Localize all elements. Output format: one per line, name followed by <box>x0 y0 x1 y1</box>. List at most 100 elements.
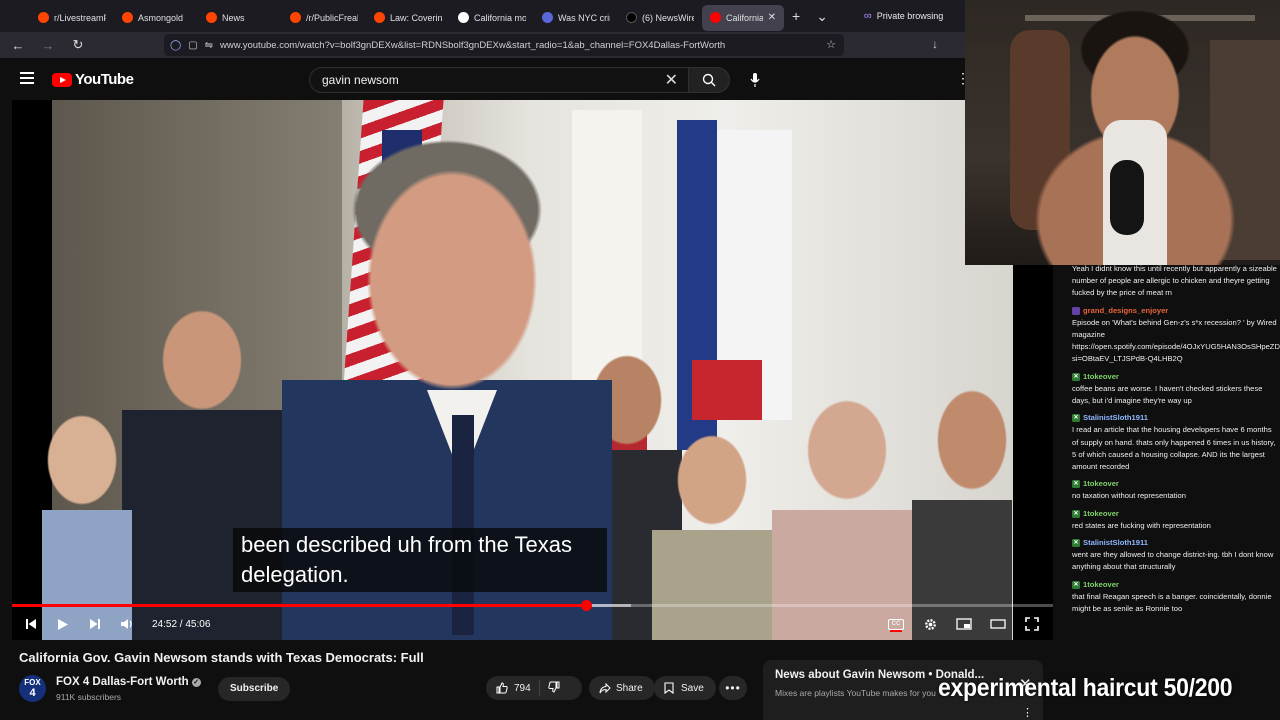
chat-message: ✕ 1tokeover red states are fucking with re… <box>1066 508 1280 532</box>
chat-username[interactable]: ✕ StalinistSloth1911 <box>1072 537 1280 549</box>
kick-badge-icon: ✕ <box>1072 580 1080 589</box>
background-person <box>912 380 1012 640</box>
chat-username[interactable]: ✕ 1tokeover <box>1072 371 1280 383</box>
bookmark-star-icon[interactable]: ☆ <box>826 38 836 51</box>
shield-icon[interactable]: ◯ <box>170 40 181 51</box>
chat-username[interactable]: grand_designs_enjoyer <box>1072 305 1280 317</box>
share-button[interactable]: Share <box>589 676 655 700</box>
search-button[interactable] <box>688 67 730 93</box>
avatar-text: 4 <box>29 687 36 699</box>
previous-icon[interactable] <box>18 614 44 634</box>
private-browsing-label: Private browsing <box>876 11 944 21</box>
address-bar[interactable]: ◯ ▢ ⇋ www.youtube.com/watch?v=bolf3gnDEX… <box>164 34 844 56</box>
clear-search-icon[interactable]: ✕ <box>665 70 678 90</box>
chat-username-text: StalinistSloth1911 <box>1083 413 1148 423</box>
channel-avatar[interactable]: FOX 4 <box>19 675 46 702</box>
webcam-feed <box>965 0 1280 265</box>
x-icon <box>626 12 637 23</box>
youtube-play-icon <box>52 72 72 87</box>
search-input-value: gavin newsom <box>322 73 399 87</box>
private-mask-icon: ∞ <box>863 10 872 22</box>
chat-text: went are they allowed to change district… <box>1072 550 1274 572</box>
reddit-icon <box>122 12 133 23</box>
save-label: Save <box>681 682 704 694</box>
video-title: California Gov. Gavin Newsom stands with… <box>19 650 424 665</box>
reload-icon[interactable]: ↻ <box>66 37 90 53</box>
subscriber-count: 911K subscribers <box>56 692 122 702</box>
browser-tab[interactable]: Asmongold <box>114 5 198 31</box>
chat-text: that final Reagan speech is a banger. co… <box>1072 591 1272 614</box>
channel-row: FOX 4 FOX 4 Dallas-Fort Worth ✓ 911K subs… <box>19 675 759 703</box>
like-dislike-group: 794 <box>486 676 582 700</box>
browser-tab-bar: r/LivestreamFa Asmongold News/r/PublicFrea… <box>0 0 965 32</box>
youtube-header: YouTube gavin newsom ✕ ⋮ <box>0 58 970 100</box>
captions-icon[interactable]: CC <box>883 614 909 634</box>
chat-text: Yeah I didnt know this until recently bu… <box>1072 264 1277 298</box>
lock-icon[interactable]: ▢ <box>188 40 197 51</box>
chat-text: coffee beans are worse. I haven't checke… <box>1072 383 1263 406</box>
url-text[interactable]: www.youtube.com/watch?v=bolf3gnDEXw&list… <box>220 40 725 51</box>
chat-username[interactable]: ✕ 1tokeover <box>1072 508 1280 520</box>
browser-tab[interactable]: California G ✕ <box>702 4 784 31</box>
forward-icon[interactable]: → <box>36 38 60 53</box>
channel-name[interactable]: FOX 4 Dallas-Fort Worth ✓ <box>56 676 201 688</box>
more-actions-button[interactable]: ••• <box>719 676 747 700</box>
browser-tab-label: /r/PublicFreak <box>306 12 358 23</box>
browser-tab[interactable]: /r/PublicFreak <box>282 5 366 31</box>
chat-text: I read an article that the housing devel… <box>1072 425 1276 472</box>
browser-tab[interactable]: (6) NewsWire <box>618 5 702 31</box>
youtube-logo[interactable]: YouTube <box>52 71 134 88</box>
stream-overlay-text: experimental haircut 50/200 <box>938 674 1233 702</box>
miniplayer-icon[interactable] <box>951 614 977 634</box>
browser-tab[interactable]: News <box>198 5 282 31</box>
dislike-button[interactable] <box>548 681 560 696</box>
voice-search-icon[interactable] <box>746 71 764 89</box>
reddit-icon <box>290 12 301 23</box>
kick-badge-icon: ✕ <box>1072 372 1080 381</box>
subscribe-button[interactable]: Subscribe <box>218 677 291 701</box>
settings-gear-icon[interactable] <box>917 614 943 634</box>
more-horizontal-icon: ••• <box>725 681 741 695</box>
chat-username-text: grand_designs_enjoyer <box>1083 305 1169 315</box>
browser-tab[interactable]: Law: Covering <box>366 5 450 31</box>
next-icon[interactable] <box>82 614 108 634</box>
twitch-badge-icon <box>1072 306 1080 315</box>
like-button[interactable]: 794 <box>496 682 531 694</box>
fullscreen-icon[interactable] <box>1019 614 1045 634</box>
bookmark-icon <box>664 682 674 694</box>
browser-tab[interactable]: Was NYC crim <box>534 5 618 31</box>
save-button[interactable]: Save <box>654 676 716 700</box>
video-player[interactable]: been described uh from the Texas delegat… <box>12 100 1053 640</box>
new-tab-icon[interactable]: + <box>784 8 808 24</box>
browser-tab-label: Law: Covering <box>390 12 442 23</box>
browser-tab-label: News <box>222 12 245 23</box>
browser-tab[interactable]: r/LivestreamFa <box>30 5 114 31</box>
close-tab-icon[interactable]: ✕ <box>768 12 776 23</box>
volume-icon[interactable] <box>114 614 140 634</box>
microphone <box>1110 160 1144 235</box>
browser-tab-label: Was NYC crim <box>558 12 610 23</box>
downloads-icon[interactable]: ↓ <box>932 37 938 51</box>
back-icon[interactable]: ← <box>6 38 30 53</box>
screen: r/LivestreamFa Asmongold News/r/PublicFrea… <box>0 0 1280 720</box>
browser-tab[interactable]: California mov <box>450 5 534 31</box>
caption-line: delegation. <box>241 562 349 587</box>
kick-badge-icon: ✕ <box>1072 480 1080 489</box>
browser-tab-label: r/LivestreamFa <box>54 12 106 23</box>
chat-message: ✕ 1tokeover coffee beans are worse. I have… <box>1066 371 1280 408</box>
chat-username[interactable]: ✕ StalinistSloth1911 <box>1072 412 1280 424</box>
theater-mode-icon[interactable] <box>985 614 1011 634</box>
play-icon[interactable] <box>50 614 76 634</box>
more-vertical-icon[interactable]: ⋮ <box>1022 706 1033 719</box>
search-icon <box>702 73 716 87</box>
chat-username[interactable]: ✕ 1tokeover <box>1072 579 1280 591</box>
menu-icon[interactable] <box>20 72 34 84</box>
progress-bar[interactable] <box>12 600 1053 611</box>
list-tabs-icon[interactable]: ⌄ <box>808 8 836 25</box>
chat-username[interactable]: ✕ 1tokeover <box>1072 478 1280 490</box>
search-input[interactable]: gavin newsom ✕ <box>309 67 689 93</box>
youtube-icon <box>710 12 721 23</box>
permissions-icon[interactable]: ⇋ <box>205 40 213 51</box>
bing-icon <box>542 12 553 23</box>
chat-text: red states are fucking with representati… <box>1072 520 1211 530</box>
